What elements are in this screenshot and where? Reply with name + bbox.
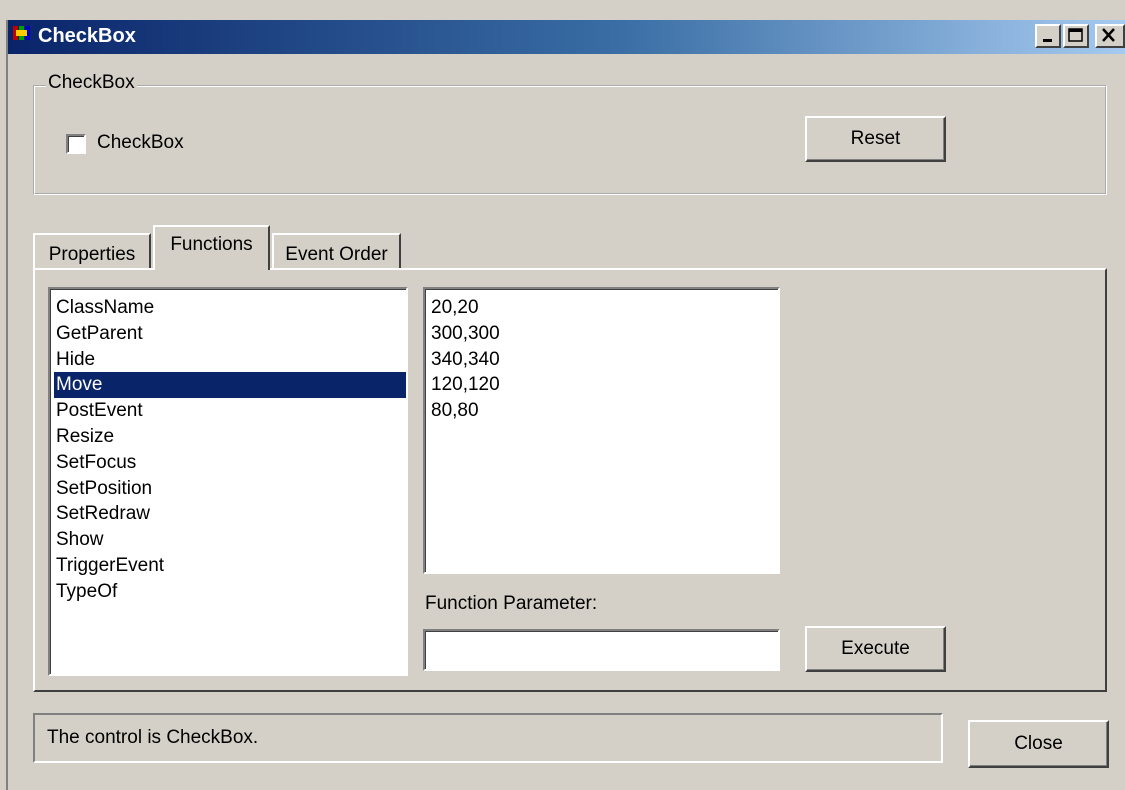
values-list[interactable]: 20,20 300,300 340,340 120,120 80,80 bbox=[423, 287, 780, 574]
window-border bbox=[6, 20, 8, 790]
checkbox-window: CheckBox CheckBox CheckBox Reset Propert… bbox=[0, 0, 1125, 790]
function-list-item[interactable]: TypeOf bbox=[54, 579, 406, 605]
close-button[interactable]: Close bbox=[968, 720, 1109, 768]
minimize-icon bbox=[1043, 39, 1052, 42]
value-list-item[interactable]: 80,80 bbox=[429, 398, 778, 424]
status-box: The control is CheckBox. bbox=[33, 713, 943, 763]
function-list-item[interactable]: Show bbox=[54, 527, 406, 553]
title-bar[interactable] bbox=[8, 20, 1125, 54]
function-parameter-label: Function Parameter: bbox=[425, 593, 598, 614]
function-list-item[interactable]: SetFocus bbox=[54, 450, 406, 476]
checkbox[interactable] bbox=[66, 134, 86, 154]
app-icon bbox=[13, 26, 30, 40]
close-window-button[interactable] bbox=[1095, 24, 1125, 48]
function-list-item[interactable]: Move bbox=[54, 372, 406, 399]
value-list-item[interactable]: 340,340 bbox=[429, 347, 778, 373]
value-list-item[interactable]: 300,300 bbox=[429, 321, 778, 347]
function-list-item[interactable]: Resize bbox=[54, 424, 406, 450]
function-list-item[interactable]: Hide bbox=[54, 347, 406, 373]
maximize-icon bbox=[1068, 28, 1083, 42]
tab-properties[interactable]: Properties bbox=[33, 233, 151, 268]
close-icon bbox=[1102, 28, 1115, 42]
function-list-item[interactable]: ClassName bbox=[54, 295, 406, 321]
execute-button[interactable]: Execute bbox=[805, 626, 946, 672]
function-list-item[interactable]: TriggerEvent bbox=[54, 553, 406, 579]
functions-list[interactable]: ClassName GetParent Hide Move PostEvent Resiz… bbox=[48, 287, 408, 676]
function-list-item[interactable]: PostEvent bbox=[54, 398, 406, 424]
function-list-item[interactable]: SetRedraw bbox=[54, 501, 406, 527]
tab-event-order[interactable]: Event Order bbox=[272, 233, 401, 268]
function-list-item[interactable]: GetParent bbox=[54, 321, 406, 347]
tab-functions[interactable]: Functions bbox=[153, 225, 270, 270]
groupbox-label: CheckBox bbox=[46, 72, 137, 94]
maximize-button[interactable] bbox=[1063, 24, 1089, 48]
function-list-item[interactable]: SetPosition bbox=[54, 476, 406, 502]
window-title: CheckBox bbox=[38, 25, 136, 47]
status-text: The control is CheckBox. bbox=[47, 727, 259, 748]
reset-button[interactable]: Reset bbox=[805, 116, 946, 162]
checkbox-label[interactable]: CheckBox bbox=[97, 132, 184, 154]
minimize-button[interactable] bbox=[1035, 24, 1061, 48]
value-list-item[interactable]: 120,120 bbox=[429, 372, 778, 398]
value-list-item[interactable]: 20,20 bbox=[429, 295, 778, 321]
function-parameter-input[interactable] bbox=[423, 629, 780, 671]
